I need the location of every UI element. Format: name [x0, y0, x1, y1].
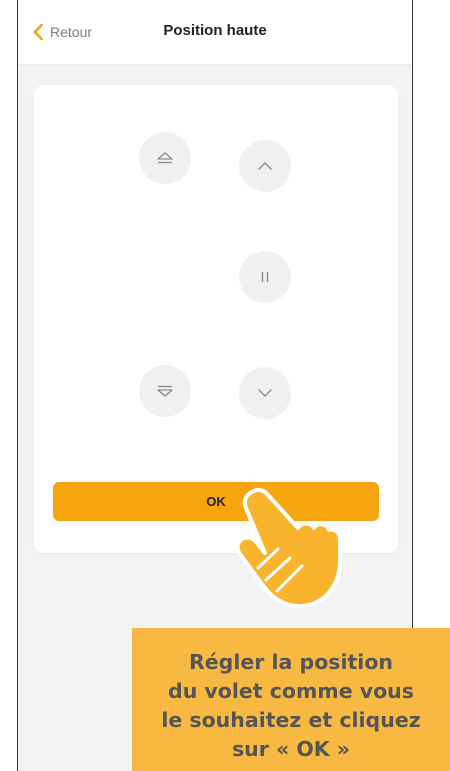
instruction-line: du volet comme vous [168, 679, 414, 703]
bottom-position-button[interactable] [139, 365, 191, 417]
page-title: Position haute [163, 22, 267, 39]
instruction-line: Régler la position [188, 650, 394, 674]
ok-button[interactable]: OK [53, 482, 379, 521]
eject-down-icon [155, 383, 175, 399]
control-card: OK [34, 85, 398, 553]
stop-button[interactable] [239, 251, 291, 303]
up-button[interactable] [239, 140, 291, 192]
top-position-button[interactable] [139, 132, 191, 184]
instruction-callout: Régler la position du volet comme vous l… [132, 628, 450, 771]
chevron-down-icon [257, 388, 273, 398]
down-button[interactable] [239, 367, 291, 419]
eject-up-icon [155, 150, 175, 166]
header-bar: Retour Position haute [18, 0, 412, 64]
instruction-line: le souhaitez et cliquez [161, 708, 421, 732]
instruction-line: sur « OK » [231, 737, 351, 761]
instruction-text: Régler la position du volet comme vous l… [132, 648, 450, 764]
chevron-up-icon [257, 161, 273, 171]
pause-icon [259, 270, 271, 284]
